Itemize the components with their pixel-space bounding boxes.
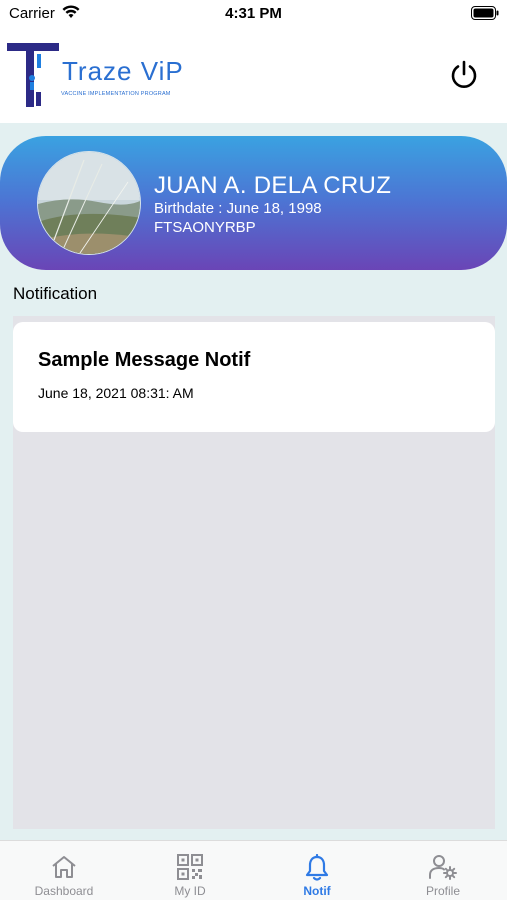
user-settings-icon [429,855,457,880]
tab-bar: Dashboard My ID Notif Profile [0,840,507,900]
section-title: Notification [13,284,98,303]
status-bar: Carrier 4:31 PM [0,0,507,26]
avatar [37,151,141,255]
notification-list: Sample Message Notif June 18, 2021 08:31… [13,316,495,829]
tab-label: My ID [174,884,206,898]
traze-vip-logo: Traze ViP VACCINE IMPLEMENTATION PROGRAM [6,40,196,110]
tab-notif[interactable]: Notif [254,841,380,900]
power-icon[interactable] [448,59,480,91]
logo-name: Traze ViP [62,56,184,86]
profile-card: JUAN A. DELA CRUZ Birthdate : June 18, 1… [0,136,507,270]
notification-date: June 18, 2021 08:31: AM [38,385,194,401]
tab-label: Profile [425,884,460,898]
logo-tagline: VACCINE IMPLEMENTATION PROGRAM [61,91,171,97]
bell-icon [305,854,329,881]
tab-label: Dashboard [34,884,94,898]
profile-name: JUAN A. DELA CRUZ [154,172,392,199]
tab-dashboard[interactable]: Dashboard [1,841,127,900]
tab-label: Notif [303,884,331,898]
tab-profile[interactable]: Profile [380,841,506,900]
clock: 4:31 PM [225,5,282,22]
qr-code-icon [177,854,203,880]
profile-birthdate: Birthdate : June 18, 1998 [154,200,322,217]
battery-icon [471,6,499,20]
notification-title: Sample Message Notif [38,349,251,371]
home-icon [52,856,76,878]
logo-mark [7,43,59,107]
app-header: Traze ViP VACCINE IMPLEMENTATION PROGRAM [0,26,507,123]
profile-code: FTSAONYRBP [154,219,256,236]
notification-item[interactable]: Sample Message Notif June 18, 2021 08:31… [13,322,495,432]
tab-my-id[interactable]: My ID [127,841,253,900]
